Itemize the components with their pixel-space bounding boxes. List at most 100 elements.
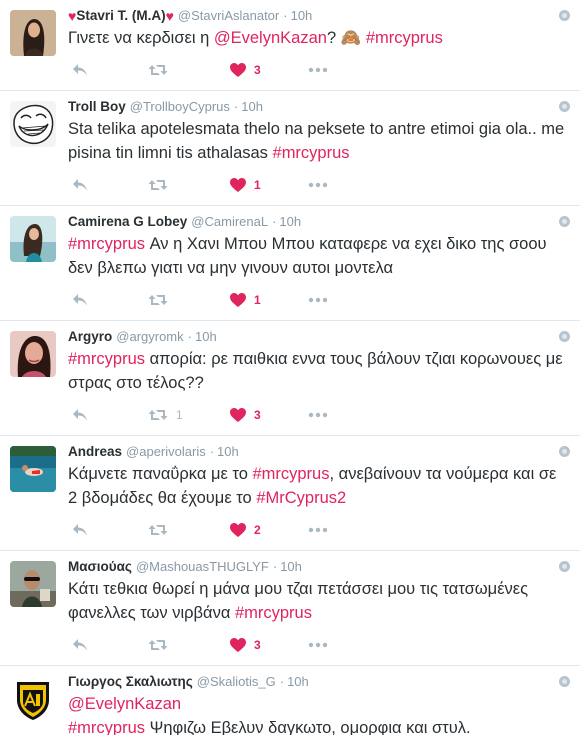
author-name[interactable]: Argyro	[68, 327, 112, 347]
retweet-button[interactable]	[148, 523, 176, 537]
avatar[interactable]	[10, 446, 56, 492]
tweet-timestamp[interactable]: 10h	[241, 97, 263, 117]
tweet-timestamp[interactable]: 10h	[279, 212, 301, 232]
more-button[interactable]	[308, 527, 328, 533]
more-dots-icon	[308, 527, 328, 533]
like-button[interactable]: 1	[230, 293, 261, 307]
mention-link[interactable]: @EvelynKazan	[214, 29, 327, 47]
reply-button[interactable]	[72, 408, 88, 422]
hashtag-link[interactable]: #mrcyprus	[252, 465, 329, 483]
separator-dot: ·	[279, 674, 285, 689]
like-button[interactable]: 3	[230, 408, 261, 422]
tweet-timestamp[interactable]: 10h	[217, 442, 239, 462]
tweet: Troll Boy @TrollboyCyprus · 10h Sta telika a…	[0, 91, 580, 206]
retweet-button[interactable]	[148, 178, 176, 192]
tweet: Andreas @aperivolaris · 10h Κάμνετε παναΰρκα…	[0, 436, 580, 551]
tweet: ♥ Stavri T. (M.A) ♥ @StavriAslanator · 10h Γιν…	[0, 0, 580, 91]
tweet-timestamp[interactable]: 10h	[287, 672, 309, 692]
tweet-text: @EvelynKazan #mrcyprus Ψηφιζω Εβελυν δαγ…	[68, 692, 568, 735]
author-username[interactable]: @Skaliotis_G	[197, 672, 276, 692]
like-button[interactable]: 2	[230, 523, 261, 537]
reply-button[interactable]	[72, 638, 88, 652]
separator-dot: ·	[233, 99, 239, 114]
hashtag-link[interactable]: #mrcyprus	[273, 144, 350, 162]
author-username[interactable]: @MashouasTHUGLYF	[136, 557, 269, 577]
tweet-text-segment: ? 🙈	[326, 29, 366, 47]
author-name[interactable]: Andreas	[68, 442, 122, 462]
separator-dot: ·	[272, 559, 278, 574]
hashtag-link[interactable]: #mrcyprus	[68, 719, 145, 735]
reply-button[interactable]	[72, 63, 88, 77]
separator-dot: ·	[272, 214, 277, 229]
author-name[interactable]: Stavri T. (M.A)	[76, 6, 165, 26]
more-button[interactable]	[308, 297, 328, 303]
tweet: Argyro @argyromk · 10h #mrcyprus απορία: ρε …	[0, 321, 580, 436]
reply-icon	[73, 409, 87, 421]
tweet-timestamp[interactable]: 10h	[291, 6, 313, 26]
retweet-button[interactable]: 1	[148, 408, 183, 422]
more-dots-icon	[308, 412, 328, 418]
tweet-feed: ♥ Stavri T. (M.A) ♥ @StavriAslanator · 10h Γιν…	[0, 0, 580, 735]
heart-icon	[230, 178, 246, 192]
author-name[interactable]: Μασιούας	[68, 557, 132, 577]
author-username[interactable]: @argyromk	[116, 327, 183, 347]
tweet-timestamp[interactable]: 10h	[195, 327, 217, 347]
avatar[interactable]	[10, 216, 56, 262]
tweet-text: Sta telika apotelesmata thelo na peksete…	[68, 117, 568, 165]
like-button[interactable]: 1	[230, 178, 261, 192]
avatar[interactable]	[10, 101, 56, 147]
tweet-text: #mrcyprus απορία: ρε παιθκια εννα τους β…	[68, 347, 568, 395]
tweet-header: Troll Boy @TrollboyCyprus · 10h	[68, 97, 568, 117]
author-name[interactable]: Camirena G Lobey	[68, 212, 187, 232]
tweet-header: ♥ Stavri T. (M.A) ♥ @StavriAslanator · 10h	[68, 6, 568, 26]
tweet-timestamp[interactable]: 10h	[280, 557, 302, 577]
retweet-button[interactable]	[148, 293, 176, 307]
reply-icon	[73, 64, 87, 76]
avatar[interactable]	[10, 10, 56, 56]
hashtag-link[interactable]: #mrcyprus	[68, 235, 145, 253]
hashtag-link[interactable]: #mrcyprus	[366, 29, 443, 47]
red-heart-icon: ♥	[68, 8, 77, 24]
tweet-actions: 1	[68, 280, 568, 320]
like-count: 3	[254, 408, 261, 422]
globe-icon	[559, 676, 570, 687]
retweet-icon	[148, 640, 168, 650]
retweet-icon	[148, 525, 168, 535]
tweet: Camirena G Lobey @CamirenaL · 10h #mrcyprus …	[0, 206, 580, 321]
avatar[interactable]	[10, 676, 56, 722]
reply-button[interactable]	[72, 293, 88, 307]
more-button[interactable]	[308, 412, 328, 418]
retweet-button[interactable]	[148, 63, 176, 77]
avatar[interactable]	[10, 331, 56, 377]
globe-icon	[559, 101, 570, 112]
separator-dot: ·	[209, 444, 215, 459]
tweet-text-segment: Γινετε να κερδισει η	[68, 29, 214, 47]
retweet-button[interactable]	[148, 638, 176, 652]
more-dots-icon	[308, 297, 328, 303]
avatar[interactable]	[10, 561, 56, 607]
tweet-header: Γιωργος Σκαλιωτης @Skaliotis_G · 10h	[68, 672, 568, 692]
mention-link[interactable]: @EvelynKazan	[68, 695, 181, 713]
hashtag-link[interactable]: #mrcyprus	[235, 604, 312, 622]
tweet-text: Γινετε να κερδισει η @EvelynKazan? 🙈 #mr…	[68, 26, 568, 50]
like-button[interactable]: 3	[230, 638, 261, 652]
more-button[interactable]	[308, 182, 328, 188]
more-button[interactable]	[308, 642, 328, 648]
hashtag-link[interactable]: #mrcyprus	[68, 350, 145, 368]
author-username[interactable]: @CamirenaL	[191, 212, 268, 232]
like-count: 1	[254, 178, 261, 192]
hashtag-link[interactable]: #MrCyprus2	[256, 489, 346, 507]
tweet-header: Μασιούας @MashouasTHUGLYF · 10h	[68, 557, 568, 577]
reply-button[interactable]	[72, 523, 88, 537]
author-name[interactable]: Γιωργος Σκαλιωτης	[68, 672, 193, 692]
author-username[interactable]: @TrollboyCyprus	[130, 97, 230, 117]
author-username[interactable]: @aperivolaris	[126, 442, 206, 462]
like-button[interactable]: 3	[230, 63, 261, 77]
reply-button[interactable]	[72, 178, 88, 192]
more-button[interactable]	[308, 67, 328, 73]
separator-dot: ·	[187, 329, 192, 344]
author-username[interactable]: @StavriAslanator	[178, 6, 279, 26]
author-name[interactable]: Troll Boy	[68, 97, 126, 117]
heart-icon	[230, 63, 246, 77]
retweet-icon	[148, 180, 168, 190]
